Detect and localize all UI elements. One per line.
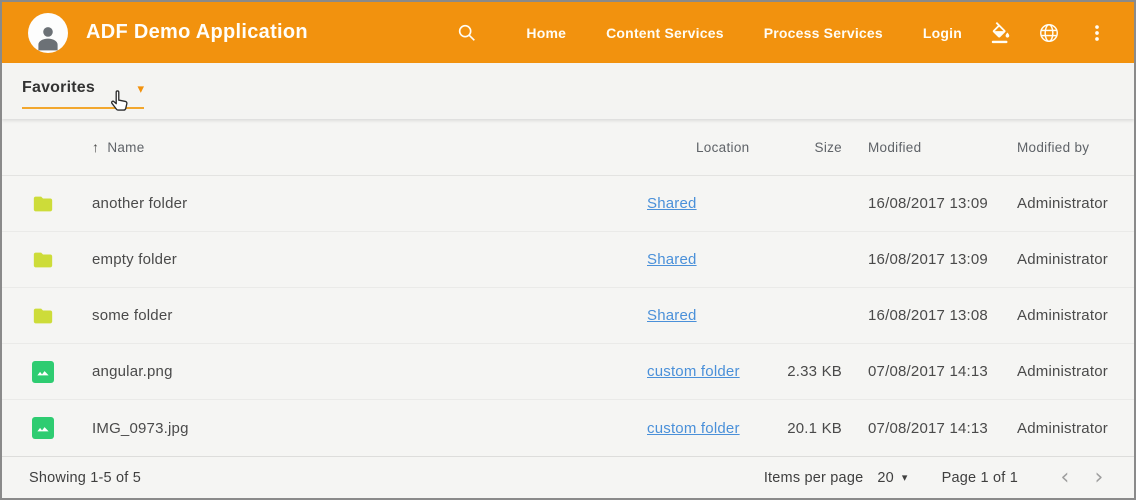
location-cell: custom folder <box>647 363 772 380</box>
modified-date: 16/08/2017 13:09 <box>842 251 1017 268</box>
items-per-page-value: 20 <box>877 470 894 486</box>
modified-date: 07/08/2017 14:13 <box>842 363 1017 380</box>
pagination-footer: Showing 1-5 of 5 Items per page 20 ▾ Pag… <box>2 456 1134 498</box>
table-row[interactable]: empty folder Shared 16/08/2017 13:09 Adm… <box>2 232 1134 288</box>
table-row[interactable]: IMG_0973.jpg custom folder 20.1 KB 07/08… <box>2 400 1134 456</box>
next-page-button[interactable]: › <box>1086 467 1112 489</box>
modified-by: Administrator <box>1017 420 1108 437</box>
location-link[interactable]: Shared <box>647 195 697 212</box>
language-globe-icon[interactable] <box>1036 20 1062 46</box>
image-file-icon <box>32 417 54 439</box>
items-per-page-select[interactable]: 20 ▾ <box>877 470 907 486</box>
modified-by: Administrator <box>1017 251 1108 268</box>
location-cell: Shared <box>647 251 772 268</box>
folder-icon <box>32 193 54 215</box>
file-type-icon-cell <box>32 417 92 439</box>
file-type-icon-cell <box>32 249 92 271</box>
nav-home[interactable]: Home <box>526 17 566 49</box>
location-link[interactable]: Shared <box>647 251 697 268</box>
location-cell: Shared <box>647 195 772 212</box>
table-row[interactable]: some folder Shared 16/08/2017 13:08 Admi… <box>2 288 1134 344</box>
dropdown-caret-icon: ▾ <box>137 82 144 95</box>
items-per-page-caret-icon: ▾ <box>902 471 908 484</box>
column-header-modified[interactable]: Modified <box>842 140 1017 155</box>
file-size: 20.1 KB <box>772 420 842 437</box>
location-link[interactable]: custom folder <box>647 420 740 437</box>
folder-icon <box>32 305 54 327</box>
location-link[interactable]: custom folder <box>647 363 740 380</box>
nav-login[interactable]: Login <box>923 17 962 49</box>
app-title: ADF Demo Application <box>86 21 308 44</box>
file-type-icon-cell <box>32 193 92 215</box>
location-cell: custom folder <box>647 420 772 437</box>
view-toolbar: Favorites ▾ <box>2 63 1134 119</box>
page-status-label: Page 1 of 1 <box>942 470 1018 486</box>
pagination-controls: Items per page 20 ▾ Page 1 of 1 ‹ › <box>764 467 1112 489</box>
app-header: ADF Demo Application Home Content Servic… <box>2 2 1134 63</box>
header-icon-group <box>988 20 1110 46</box>
table-row[interactable]: another folder Shared 16/08/2017 13:09 A… <box>2 176 1134 232</box>
showing-range-label: Showing 1-5 of 5 <box>29 470 141 486</box>
table-body: another folder Shared 16/08/2017 13:09 A… <box>2 176 1134 456</box>
location-cell: Shared <box>647 307 772 324</box>
table-row[interactable]: angular.png custom folder 2.33 KB 07/08/… <box>2 344 1134 400</box>
sort-ascending-icon: ↑ <box>92 139 99 155</box>
app-logo-avatar <box>28 13 68 53</box>
file-name[interactable]: IMG_0973.jpg <box>92 420 647 437</box>
favorites-dropdown[interactable]: Favorites ▾ <box>22 79 144 109</box>
nav-process-services[interactable]: Process Services <box>764 17 883 49</box>
items-per-page-label: Items per page <box>764 470 864 486</box>
file-size: 2.33 KB <box>772 363 842 380</box>
modified-by: Administrator <box>1017 363 1108 380</box>
nav-content-services[interactable]: Content Services <box>606 17 724 49</box>
more-vert-menu-icon[interactable] <box>1084 20 1110 46</box>
column-header-size[interactable]: Size <box>772 140 842 155</box>
document-list: ↑ Name Location Size Modified Modified b… <box>2 119 1134 456</box>
previous-page-button[interactable]: ‹ <box>1052 467 1078 489</box>
file-name[interactable]: some folder <box>92 307 647 324</box>
theme-color-fill-icon[interactable] <box>988 20 1014 46</box>
file-type-icon-cell <box>32 305 92 327</box>
search-icon[interactable] <box>454 20 480 46</box>
page-title: Favorites <box>22 79 95 97</box>
column-header-name[interactable]: ↑ Name <box>92 139 647 155</box>
file-name[interactable]: angular.png <box>92 363 647 380</box>
image-file-icon <box>32 361 54 383</box>
file-type-icon-cell <box>32 361 92 383</box>
table-header-row: ↑ Name Location Size Modified Modified b… <box>2 119 1134 176</box>
column-header-modified-by[interactable]: Modified by <box>1017 140 1108 155</box>
top-navigation: Home Content Services Process Services L… <box>454 17 1110 49</box>
column-header-location[interactable]: Location <box>647 140 772 155</box>
file-name[interactable]: empty folder <box>92 251 647 268</box>
modified-date: 16/08/2017 13:08 <box>842 307 1017 324</box>
modified-date: 07/08/2017 14:13 <box>842 420 1017 437</box>
folder-icon <box>32 249 54 271</box>
file-name[interactable]: another folder <box>92 195 647 212</box>
app-window: ADF Demo Application Home Content Servic… <box>0 0 1136 500</box>
modified-by: Administrator <box>1017 307 1108 324</box>
modified-date: 16/08/2017 13:09 <box>842 195 1017 212</box>
location-link[interactable]: Shared <box>647 307 697 324</box>
modified-by: Administrator <box>1017 195 1108 212</box>
person-icon <box>31 21 65 53</box>
